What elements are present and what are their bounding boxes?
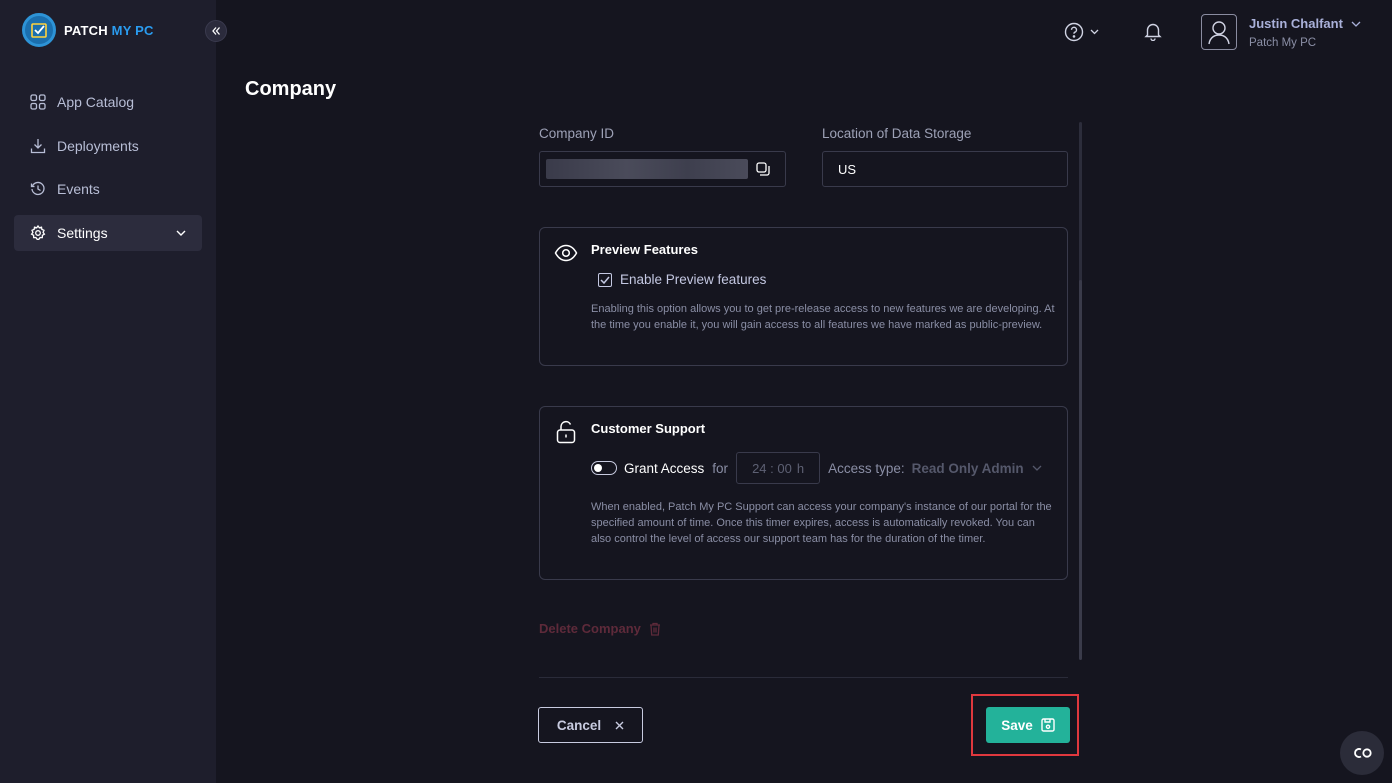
preview-features-card: Preview Features Enable Preview features… <box>539 227 1068 366</box>
user-menu[interactable]: Justin Chalfant Patch My PC <box>1201 14 1361 50</box>
unlock-icon <box>556 420 576 449</box>
delete-company-button[interactable]: Delete Company <box>539 621 661 636</box>
checkbox[interactable] <box>598 272 612 287</box>
sidebar-item-label: App Catalog <box>57 94 135 110</box>
brand-name-part2: MY PC <box>111 22 154 38</box>
history-icon <box>30 181 45 196</box>
grid-icon <box>30 94 46 110</box>
toggle-knob <box>594 463 602 472</box>
eye-icon <box>554 244 578 267</box>
scrollbar-thumb[interactable] <box>1079 280 1082 660</box>
customer-support-description: When enabled, Patch My PC Support can ac… <box>591 501 1052 545</box>
user-organization: Patch My PC <box>1249 37 1317 49</box>
data-storage-label: Location of Data Storage <box>822 126 972 141</box>
sidebar-nav: App Catalog Deployments Events Settings <box>14 84 202 258</box>
chevron-down-icon <box>1032 465 1042 471</box>
customer-support-card: Customer Support Grant Access for 24 : 0… <box>539 406 1068 580</box>
company-id-masked-value <box>546 159 748 179</box>
trash-icon <box>649 622 660 636</box>
data-storage-field[interactable]: US <box>822 151 1068 187</box>
customer-support-title: Customer Support <box>591 421 706 436</box>
help-icon <box>1064 22 1084 42</box>
support-chat-button[interactable] <box>1340 731 1384 775</box>
notifications-button[interactable] <box>1143 21 1163 46</box>
cancel-label: Cancel <box>556 717 602 733</box>
delete-company-label: Delete Company <box>539 621 641 636</box>
collapse-sidebar-button[interactable] <box>205 20 227 42</box>
help-menu-button[interactable] <box>1064 22 1099 42</box>
grant-access-row: Grant Access for 24 : 00 h Access type: … <box>591 452 1042 484</box>
grant-access-toggle[interactable] <box>591 461 617 475</box>
enable-preview-checkbox[interactable]: Enable Preview features <box>598 272 766 287</box>
chat-icon <box>1354 748 1372 758</box>
access-duration-input[interactable]: 24 : 00 h <box>736 452 821 484</box>
page-title: Company <box>245 78 337 100</box>
data-storage-value: US <box>838 161 857 177</box>
sidebar-item-settings[interactable]: Settings <box>14 214 202 251</box>
sidebar-item-label: Deployments <box>57 137 139 154</box>
user-name-row: Justin Chalfant <box>1249 16 1361 31</box>
chevron-down-icon <box>1090 29 1099 35</box>
double-chevron-left-icon <box>212 27 220 35</box>
download-icon <box>30 138 46 153</box>
chevron-down-icon <box>176 230 186 236</box>
sidebar-item-label: Settings <box>57 224 108 241</box>
checkmark-icon <box>600 276 610 284</box>
access-type-select[interactable]: Read Only Admin <box>912 461 1042 476</box>
brand-logo[interactable]: PATCH MY PC <box>22 13 154 47</box>
preview-features-title: Preview Features <box>591 242 698 257</box>
access-duration-unit: h <box>796 460 805 476</box>
save-button[interactable]: Save <box>986 707 1070 743</box>
access-type-value: Read Only Admin <box>911 460 1024 476</box>
cancel-button[interactable]: Cancel <box>538 707 643 743</box>
access-type-label: Access type: <box>828 460 905 476</box>
divider <box>539 677 1068 678</box>
grant-access-label: Grant Access <box>624 460 705 476</box>
user-icon <box>1208 21 1230 45</box>
company-id-label: Company ID <box>539 126 615 141</box>
sidebar-item-deployments[interactable]: Deployments <box>14 128 202 164</box>
sidebar-item-app-catalog[interactable]: App Catalog <box>14 84 202 120</box>
company-id-field[interactable] <box>539 151 786 187</box>
copy-icon[interactable] <box>756 162 770 176</box>
for-label: for <box>712 460 729 476</box>
sidebar-item-label: Events <box>57 181 100 197</box>
sidebar-item-events[interactable]: Events <box>14 171 202 207</box>
avatar <box>1201 14 1237 50</box>
access-duration-value: 24 : 00 <box>752 460 792 476</box>
close-icon <box>615 721 624 729</box>
logo-icon <box>22 13 56 47</box>
enable-preview-label: Enable Preview features <box>620 272 767 287</box>
brand-name: PATCH MY PC <box>64 23 154 38</box>
preview-features-description: Enabling this option allows you to get p… <box>591 303 1055 331</box>
sidebar: PATCH MY PC App Catalog Deployments Even… <box>0 0 216 783</box>
chevron-down-icon <box>1351 21 1361 27</box>
save-icon <box>1041 718 1055 732</box>
brand-name-part1: PATCH <box>64 22 108 38</box>
user-name: Justin Chalfant <box>1249 16 1343 31</box>
save-label: Save <box>1001 717 1033 733</box>
gear-icon <box>30 224 46 240</box>
bell-icon <box>1144 23 1162 42</box>
